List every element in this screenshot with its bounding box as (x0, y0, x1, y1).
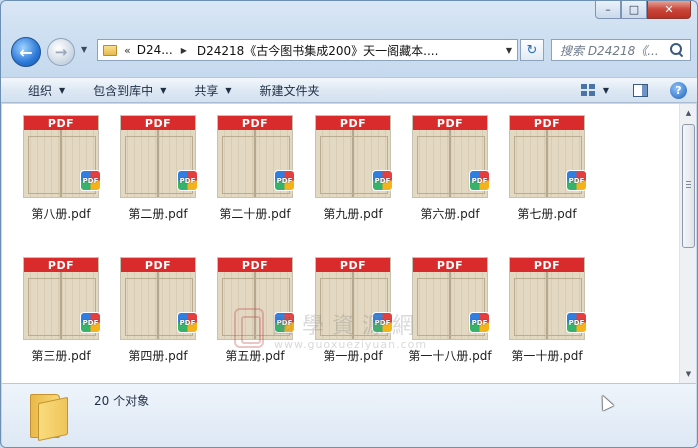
watermark-title: 國學資源網 (272, 314, 423, 339)
watermark: 國學資源網 www.guoxueziyuan.com (234, 308, 466, 352)
help-icon[interactable]: ? (670, 81, 687, 99)
search-icon[interactable] (670, 43, 684, 57)
chevron-down-icon: ▼ (59, 85, 66, 95)
pdf-app-icon: PDF (469, 312, 490, 333)
pdf-app-icon: PDF (274, 170, 295, 191)
file-item[interactable]: PDF PDF 第三册.pdf (2, 246, 101, 368)
address-segment[interactable]: D24... (137, 43, 173, 57)
address-segment[interactable]: D24218《古今图书集成200》天一阁藏本.... (197, 42, 439, 59)
file-item[interactable]: PDF PDF 第四册.pdf (99, 246, 198, 368)
back-button[interactable]: ← (11, 37, 41, 67)
forward-button[interactable]: → (47, 38, 75, 66)
preview-pane-icon[interactable] (633, 83, 648, 97)
chevron-down-icon: ▼ (225, 85, 232, 95)
file-name: 第七册.pdf (517, 207, 577, 221)
back-arrow-icon: ← (19, 42, 33, 62)
details-pane: 20 个对象 (2, 383, 696, 447)
organize-label: 组织 (28, 83, 53, 98)
pdf-app-icon: PDF (80, 170, 101, 191)
share-menu[interactable]: 共享 ▼ (180, 78, 245, 102)
chevron-down-icon[interactable]: ▼ (506, 46, 512, 55)
scroll-down-icon[interactable]: ▼ (681, 366, 696, 382)
new-folder-label: 新建文件夹 (259, 83, 320, 98)
file-item[interactable]: PDF PDF 第二册.pdf (99, 104, 198, 226)
scroll-up-icon[interactable]: ▲ (681, 105, 696, 121)
pdf-app-icon: PDF (566, 312, 587, 333)
search-box[interactable]: 搜索 D24218《... (551, 39, 691, 61)
address-bar[interactable]: « D24... ▶ D24218《古今图书集成200》天一阁藏本.... ▼ (97, 39, 518, 61)
minimize-button[interactable]: – (595, 1, 621, 19)
pdf-band: PDF (218, 258, 292, 272)
include-in-library-label: 包含到库中 (93, 83, 154, 98)
chevron-right-icon[interactable]: ▶ (181, 46, 187, 55)
chevron-down-icon[interactable]: ▼ (603, 86, 609, 95)
pdf-band: PDF (121, 258, 195, 272)
pdf-app-icon: PDF (566, 170, 587, 191)
refresh-button[interactable]: ↻ (520, 39, 544, 61)
close-button[interactable]: ✕ (647, 1, 691, 19)
file-list: PDF PDF 第八册.pdf PDF PDF 第二册.pdf PDF PDF … (2, 104, 696, 383)
folder-icon (28, 390, 76, 442)
file-item[interactable]: PDF PDF 第二十册.pdf (196, 104, 295, 226)
share-label: 共享 (194, 83, 219, 98)
pdf-app-icon: PDF (80, 312, 101, 333)
include-in-library-menu[interactable]: 包含到库中 ▼ (79, 78, 180, 102)
vertical-scrollbar[interactable]: ▲ ▼ (679, 104, 696, 383)
file-item[interactable]: PDF PDF 第六册.pdf (391, 104, 490, 226)
view-controls: ▼ ? (580, 78, 697, 102)
caption-buttons: – □ ✕ (595, 1, 691, 19)
command-bar: 组织 ▼ 包含到库中 ▼ 共享 ▼ 新建文件夹 ▼ ? (1, 77, 697, 103)
address-overflow-chevron[interactable]: « (124, 44, 131, 57)
explorer-window: – □ ✕ ← → ▼ « D24... ▶ D24218《古今图书集成200》… (0, 0, 698, 448)
forward-arrow-icon: → (54, 43, 68, 61)
file-item[interactable]: PDF PDF 第九册.pdf (294, 104, 393, 226)
file-item[interactable]: PDF PDF 第七册.pdf (488, 104, 587, 226)
pdf-band: PDF (413, 116, 487, 130)
pdf-band: PDF (413, 258, 487, 272)
view-options-icon[interactable] (580, 84, 595, 96)
watermark-url: www.guoxueziyuan.com (274, 338, 428, 351)
file-name: 第一十册.pdf (511, 349, 583, 363)
watermark-seal-icon (234, 308, 264, 348)
pdf-band: PDF (316, 258, 390, 272)
item-count: 20 个对象 (94, 394, 150, 408)
organize-menu[interactable]: 组织 ▼ (1, 78, 79, 102)
scrollbar-thumb[interactable] (682, 124, 695, 248)
pdf-band: PDF (121, 116, 195, 130)
pdf-app-icon: PDF (372, 170, 393, 191)
pdf-app-icon: PDF (177, 170, 198, 191)
pdf-band: PDF (510, 258, 584, 272)
refresh-icon: ↻ (526, 42, 538, 58)
folder-icon (103, 44, 117, 56)
chevron-down-icon: ▼ (160, 85, 167, 95)
pdf-band: PDF (24, 258, 98, 272)
pdf-app-icon: PDF (177, 312, 198, 333)
new-folder-button[interactable]: 新建文件夹 (246, 78, 334, 102)
pdf-band: PDF (24, 116, 98, 130)
pdf-band: PDF (510, 116, 584, 130)
maximize-button[interactable]: □ (621, 1, 647, 19)
search-input[interactable]: 搜索 D24218《... (560, 42, 668, 59)
pdf-band: PDF (218, 116, 292, 130)
file-item[interactable]: PDF PDF 第八册.pdf (2, 104, 101, 226)
pdf-app-icon: PDF (469, 170, 490, 191)
recent-pages-dropdown[interactable]: ▼ (81, 45, 91, 57)
file-item[interactable]: PDF PDF 第一十册.pdf (488, 246, 587, 368)
pdf-band: PDF (316, 116, 390, 130)
